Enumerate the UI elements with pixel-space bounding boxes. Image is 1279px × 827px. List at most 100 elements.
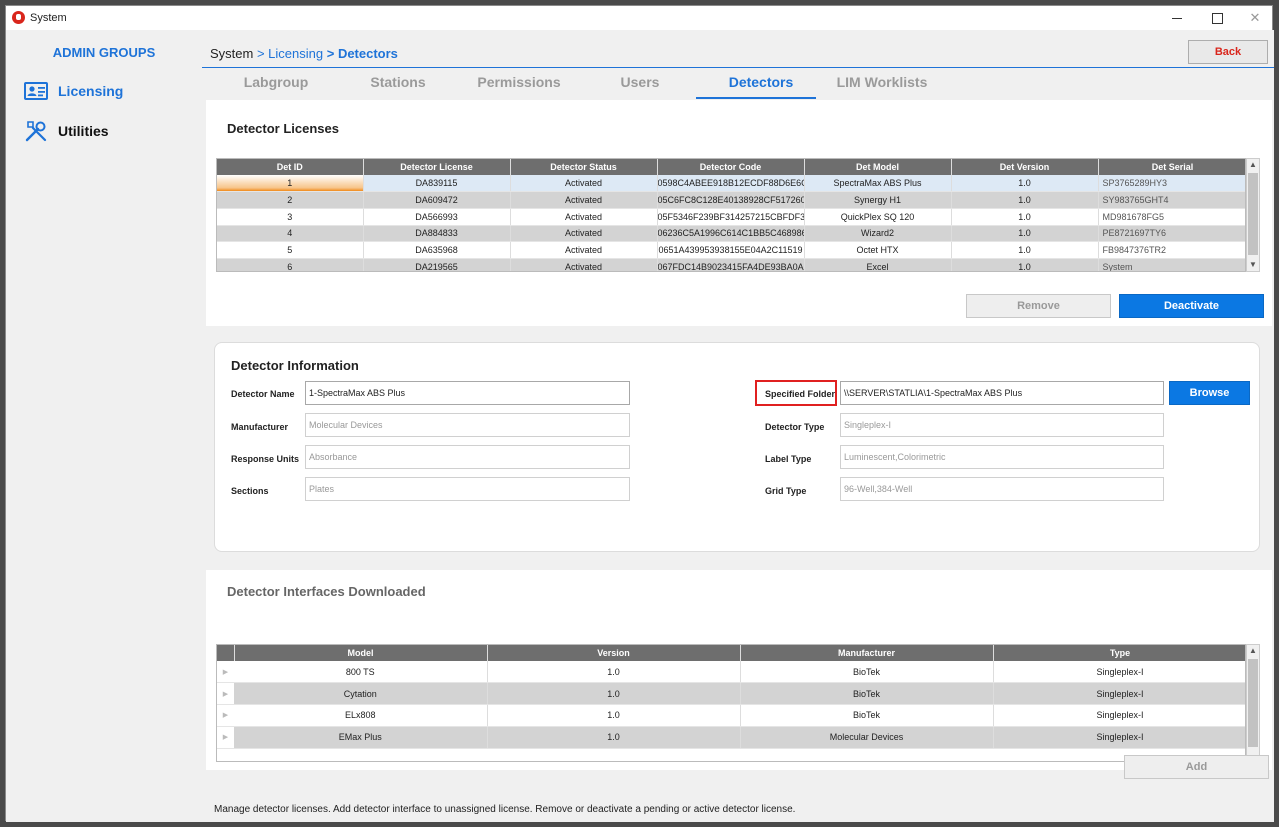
table-cell: 2: [217, 191, 364, 209]
title-bar: System ✕: [6, 6, 1272, 30]
table-row[interactable]: ▶ 800 TS 1.0 BioTek Singleplex-I: [217, 661, 1245, 684]
label-type-field: Luminescent,Colorimetric: [840, 445, 1164, 469]
tab-bar: Labgroup Stations Permissions Users Dete…: [202, 70, 1274, 100]
close-icon[interactable]: ✕: [1236, 6, 1274, 30]
response-units-field: Absorbance: [305, 445, 630, 469]
table-cell: 1.0: [951, 208, 1099, 226]
scroll-thumb[interactable]: [1248, 173, 1258, 255]
table-cell: Activated: [510, 208, 658, 226]
add-button[interactable]: Add: [1124, 755, 1269, 779]
deactivate-button[interactable]: Deactivate: [1119, 294, 1264, 318]
breadcrumb-current: Detectors: [337, 46, 398, 61]
table-header-row: Det ID Detector License Detector Status …: [217, 159, 1245, 175]
header-divider: [202, 67, 1274, 68]
tab-permissions[interactable]: Permissions: [459, 74, 579, 90]
column-header[interactable]: Detector Status: [510, 159, 658, 175]
table-cell: Activated: [510, 258, 658, 271]
column-header[interactable]: Det Serial: [1098, 159, 1245, 175]
tab-detectors[interactable]: Detectors: [701, 74, 821, 90]
grid-type-label: Grid Type: [765, 486, 807, 496]
table-row[interactable]: 1 DA839115 Activated 0598C4ABEE918B12ECD…: [217, 175, 1245, 193]
table-cell: PE8721697TY6: [1098, 225, 1245, 243]
browse-button[interactable]: Browse: [1169, 381, 1250, 405]
licenses-scrollbar[interactable]: ▲ ▼: [1246, 158, 1260, 272]
maximize-icon[interactable]: [1198, 6, 1236, 30]
table-row[interactable]: 3 DA566993 Activated 05F5346F239BF314257…: [217, 208, 1245, 226]
breadcrumb-root[interactable]: System: [210, 46, 253, 61]
table-cell: 1.0: [487, 682, 741, 706]
interfaces-table[interactable]: Model Version Manufacturer Type ▶ 800 TS…: [216, 644, 1246, 762]
status-help-text: Manage detector licenses. Add detector i…: [214, 804, 796, 815]
table-cell: 5: [217, 241, 364, 259]
table-cell: 1.0: [487, 661, 741, 684]
scroll-up-icon[interactable]: ▲: [1249, 647, 1257, 655]
detector-type-field: Singleplex-I: [840, 413, 1164, 437]
column-header[interactable]: Det ID: [217, 159, 364, 175]
app-logo-icon: [12, 11, 25, 24]
window-title: System: [30, 12, 67, 24]
detector-interfaces-panel: Detector Interfaces Downloaded Model Ver…: [206, 570, 1272, 770]
column-header[interactable]: Version: [487, 645, 741, 661]
sidebar: ADMIN GROUPS Licensing Utilities: [6, 30, 202, 822]
remove-button[interactable]: Remove: [966, 294, 1111, 318]
sidebar-item-utilities[interactable]: Utilities: [24, 118, 109, 144]
sidebar-item-label: Licensing: [58, 83, 124, 99]
row-arrow-icon: ▶: [217, 726, 234, 749]
column-header[interactable]: Detector Code: [657, 159, 805, 175]
sidebar-item-licensing[interactable]: Licensing: [24, 78, 123, 104]
breadcrumb-licensing[interactable]: Licensing: [268, 46, 323, 61]
table-row[interactable]: 2 DA609472 Activated 05C6FC8C128E4013892…: [217, 191, 1245, 209]
table-cell: 1.0: [951, 191, 1099, 209]
interfaces-scrollbar[interactable]: ▲: [1246, 644, 1260, 762]
table-row[interactable]: ▶ Cytation 1.0 BioTek Singleplex-I: [217, 682, 1245, 706]
label-type-label: Label Type: [765, 454, 812, 464]
column-header[interactable]: Model: [234, 645, 488, 661]
table-cell: Cytation: [234, 682, 488, 706]
row-arrow-icon: ▶: [217, 704, 234, 727]
table-cell: DA635968: [363, 241, 511, 259]
scroll-down-icon[interactable]: ▼: [1249, 261, 1257, 269]
tools-icon: [24, 120, 48, 142]
row-arrow-icon: ▶: [217, 661, 234, 684]
breadcrumb-separator: >: [253, 46, 269, 61]
table-cell: 1.0: [951, 175, 1099, 193]
tab-lim-worklists[interactable]: LIM Worklists: [822, 74, 942, 90]
tab-stations[interactable]: Stations: [338, 74, 458, 90]
table-cell: Singleplex-I: [993, 726, 1245, 749]
back-button[interactable]: Back: [1188, 40, 1268, 64]
specified-folder-field[interactable]: \\SERVER\STATLIA\1-SpectraMax ABS Plus: [840, 381, 1164, 405]
detector-information-title: Detector Information: [231, 358, 359, 373]
table-cell: Singleplex-I: [993, 704, 1245, 727]
minimize-icon[interactable]: [1158, 6, 1196, 30]
table-cell: Wizard2: [804, 225, 952, 243]
table-cell: Excel: [804, 258, 952, 271]
table-cell: Singleplex-I: [993, 682, 1245, 706]
table-cell: EMax Plus: [234, 726, 488, 749]
table-row[interactable]: 4 DA884833 Activated 06236C5A1996C614C1B…: [217, 225, 1245, 243]
detector-licenses-title: Detector Licenses: [227, 121, 339, 136]
table-header-row: Model Version Manufacturer Type: [217, 645, 1245, 661]
table-cell: DA219565: [363, 258, 511, 271]
table-cell: 3: [217, 208, 364, 226]
scroll-thumb[interactable]: [1248, 659, 1258, 747]
table-cell: 06236C5A1996C614C1BB5C468986: [657, 225, 805, 243]
table-cell: Synergy H1: [804, 191, 952, 209]
column-header[interactable]: Manufacturer: [740, 645, 994, 661]
table-row[interactable]: 6 DA219565 Activated 067FDC14B9023415FA4…: [217, 258, 1245, 271]
scroll-up-icon[interactable]: ▲: [1249, 161, 1257, 169]
response-units-label: Response Units: [231, 454, 300, 464]
licenses-table[interactable]: Det ID Detector License Detector Status …: [216, 158, 1246, 272]
table-cell: DA884833: [363, 225, 511, 243]
tab-labgroup[interactable]: Labgroup: [216, 74, 336, 90]
table-row[interactable]: 5 DA635968 Activated 0651A439953938155E0…: [217, 241, 1245, 259]
column-header[interactable]: Det Version: [951, 159, 1099, 175]
sidebar-item-label: Utilities: [58, 123, 109, 139]
column-header[interactable]: Det Model: [804, 159, 952, 175]
table-row[interactable]: ▶ EMax Plus 1.0 Molecular Devices Single…: [217, 726, 1245, 749]
column-header[interactable]: Detector License: [363, 159, 511, 175]
table-cell: SP3765289HY3: [1098, 175, 1245, 193]
tab-users[interactable]: Users: [580, 74, 700, 90]
detector-name-field[interactable]: 1-SpectraMax ABS Plus: [305, 381, 630, 405]
table-row[interactable]: ▶ ELx808 1.0 BioTek Singleplex-I: [217, 704, 1245, 727]
column-header[interactable]: Type: [993, 645, 1245, 661]
